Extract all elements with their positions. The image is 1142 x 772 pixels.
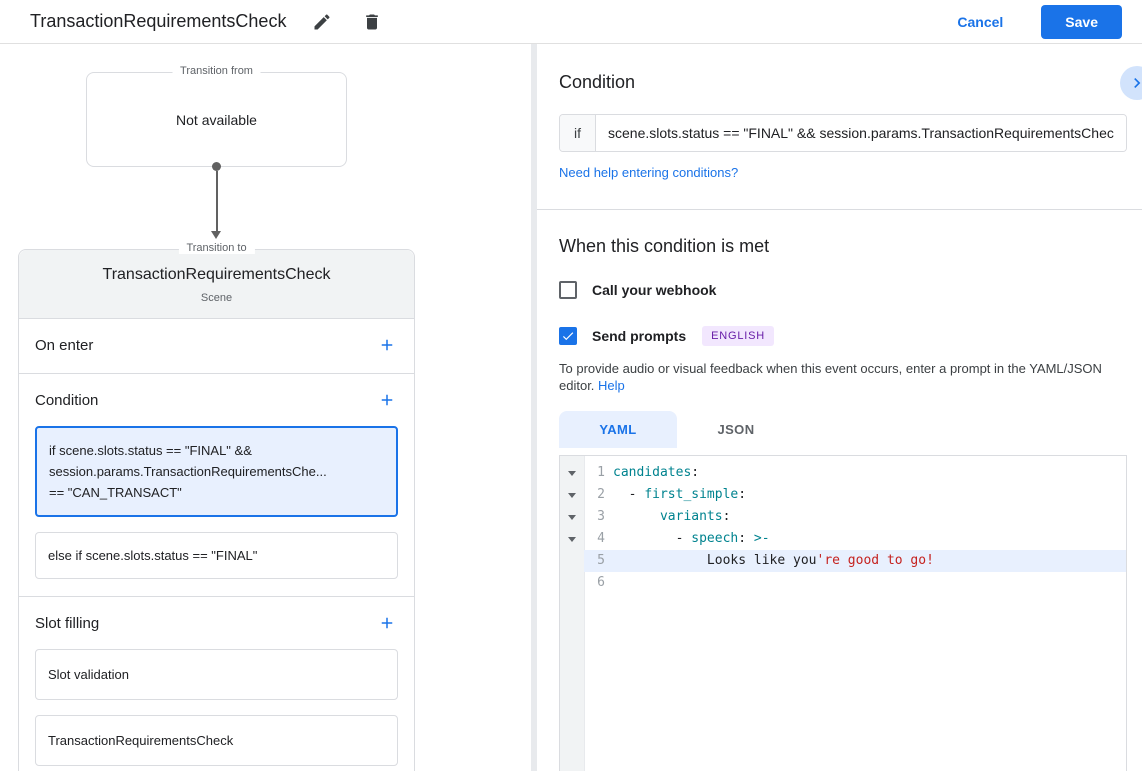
scene-header[interactable]: TransactionRequirementsCheck Scene <box>19 250 414 319</box>
code-text: candidates: <box>613 462 1126 484</box>
on-enter-section: On enter <box>19 319 414 373</box>
fold-gutter <box>560 550 584 572</box>
save-button[interactable]: Save <box>1041 5 1122 39</box>
connector-arrow-icon <box>211 231 221 239</box>
code-text: - first_simple: <box>613 484 1126 506</box>
connector-line <box>216 171 218 231</box>
slot-card-label: TransactionRequirementsCheck <box>48 730 385 751</box>
fold-gutter <box>560 572 584 594</box>
line-number: 1 <box>584 462 613 484</box>
send-prompts-label: Send prompts <box>592 328 686 344</box>
tab-json[interactable]: JSON <box>677 411 795 448</box>
delete-icon[interactable] <box>358 8 386 36</box>
line-number: 6 <box>584 572 613 594</box>
line-number: 5 <box>584 550 613 572</box>
fold-arrow-icon[interactable] <box>568 537 576 542</box>
code-text: Looks like you're good to go! <box>613 550 1126 572</box>
fold-gutter <box>560 462 584 484</box>
condition-heading: Condition <box>559 72 1127 93</box>
edit-icon[interactable] <box>308 8 336 36</box>
condition-help-link[interactable]: Need help entering conditions? <box>559 165 738 180</box>
slot-filling-section: Slot filling Slot validation Transaction… <box>19 597 414 771</box>
code-line[interactable]: 3 variants: <box>560 506 1126 528</box>
code-line[interactable]: 2 - first_simple: <box>560 484 1126 506</box>
code-editor[interactable]: 1candidates:2 - first_simple:3 variants:… <box>559 455 1127 771</box>
add-slot-button[interactable] <box>376 612 398 634</box>
condition-line: == "CAN_TRANSACT" <box>49 482 384 503</box>
condition-editor-panel: Condition if Need help entering conditio… <box>537 44 1142 771</box>
cancel-button[interactable]: Cancel <box>957 14 1003 30</box>
code-line[interactable]: 5 Looks like you're good to go! <box>560 550 1126 572</box>
send-prompts-row: Send prompts ENGLISH <box>559 326 1127 346</box>
transition-from-label: Transition from <box>172 65 261 77</box>
line-number: 3 <box>584 506 613 528</box>
add-condition-button[interactable] <box>376 389 398 411</box>
code-line[interactable]: 1candidates: <box>560 462 1126 484</box>
code-text: variants: <box>613 506 1126 528</box>
line-number: 4 <box>584 528 613 550</box>
transition-from-value: Not available <box>176 112 257 128</box>
fold-gutter <box>560 484 584 506</box>
on-enter-title: On enter <box>35 337 93 354</box>
fold-gutter <box>560 506 584 528</box>
code-line[interactable]: 6 <box>560 572 1126 594</box>
condition-expression-input[interactable] <box>596 115 1126 151</box>
tab-yaml[interactable]: YAML <box>559 411 677 448</box>
condition-line: if scene.slots.status == "FINAL" && <box>49 440 384 461</box>
slot-card-label: Slot validation <box>48 664 385 685</box>
page-title: TransactionRequirementsCheck <box>30 11 286 32</box>
divider <box>537 209 1142 210</box>
scene-subtitle: Scene <box>35 292 398 304</box>
code-text: - speech: >- <box>613 528 1126 550</box>
webhook-label: Call your webhook <box>592 282 716 298</box>
fold-arrow-icon[interactable] <box>568 493 576 498</box>
fold-arrow-icon[interactable] <box>568 471 576 476</box>
prompt-description-text: To provide audio or visual feedback when… <box>559 361 1102 393</box>
slot-card[interactable]: TransactionRequirementsCheck <box>35 715 398 766</box>
transition-to-label: Transition to <box>178 242 254 254</box>
condition-expression-field: if <box>559 114 1127 152</box>
if-label: if <box>560 115 596 151</box>
editor-tabs: YAML JSON <box>559 411 1127 448</box>
webhook-checkbox[interactable] <box>559 281 577 299</box>
condition-card-selected[interactable]: if scene.slots.status == "FINAL" && sess… <box>35 426 398 517</box>
condition-card[interactable]: else if scene.slots.status == "FINAL" <box>35 532 398 579</box>
slot-filling-title: Slot filling <box>35 615 99 632</box>
condition-section-title: Condition <box>35 392 98 409</box>
scene-title: TransactionRequirementsCheck <box>35 266 398 284</box>
condition-line: session.params.TransactionRequirementsCh… <box>49 461 384 482</box>
prompt-description: To provide audio or visual feedback when… <box>559 360 1125 394</box>
send-prompts-checkbox[interactable] <box>559 327 577 345</box>
scene-graph-panel: Transition from Not available Transition… <box>0 44 531 771</box>
condition-section: Condition if scene.slots.status == "FINA… <box>19 374 414 596</box>
connector-dot <box>212 162 221 171</box>
code-text <box>613 572 1126 594</box>
slot-card[interactable]: Slot validation <box>35 649 398 700</box>
condition-line: else if scene.slots.status == "FINAL" <box>48 545 385 566</box>
top-bar: TransactionRequirementsCheck Cancel Save <box>0 0 1142 44</box>
webhook-row: Call your webhook <box>559 281 1127 299</box>
help-link[interactable]: Help <box>598 377 625 394</box>
collapse-panel-button[interactable] <box>1120 66 1142 100</box>
line-number: 2 <box>584 484 613 506</box>
fold-gutter <box>560 528 584 550</box>
fold-arrow-icon[interactable] <box>568 515 576 520</box>
transition-to-card: Transition to TransactionRequirementsChe… <box>18 249 415 771</box>
code-line[interactable]: 4 - speech: >- <box>560 528 1126 550</box>
add-on-enter-button[interactable] <box>376 334 398 356</box>
transition-from-box[interactable]: Transition from Not available <box>86 72 347 167</box>
language-badge: ENGLISH <box>702 326 774 346</box>
when-met-heading: When this condition is met <box>559 236 1127 257</box>
